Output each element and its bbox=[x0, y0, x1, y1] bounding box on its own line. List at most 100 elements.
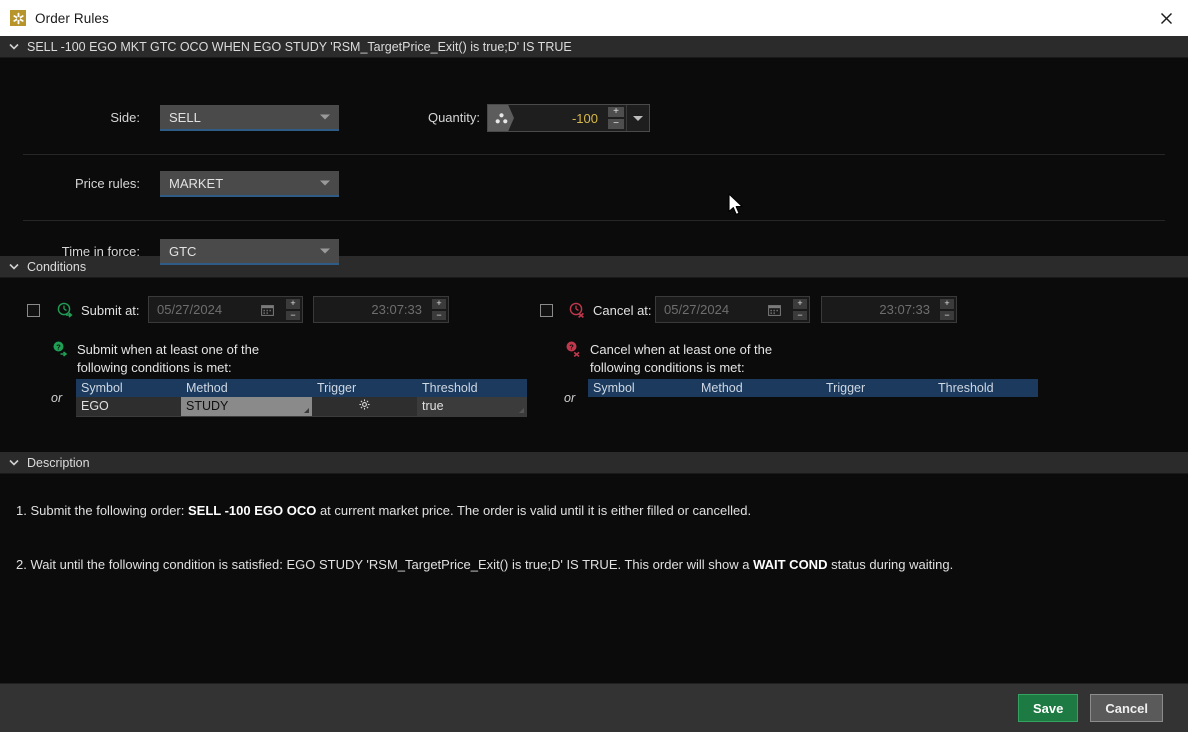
question-submit-icon: ? bbox=[52, 341, 68, 357]
cancel-conditions-table: Symbol Method Trigger Threshold bbox=[588, 379, 1038, 397]
window-title: Order Rules bbox=[35, 10, 109, 26]
cancel-date-increment-button[interactable]: + bbox=[793, 299, 807, 309]
desc2-suffix: status during waiting. bbox=[827, 557, 954, 572]
column-header-symbol[interactable]: Symbol bbox=[588, 379, 696, 397]
cancel-at-label: Cancel at: bbox=[593, 302, 652, 318]
column-header-method[interactable]: Method bbox=[696, 379, 821, 397]
column-header-trigger[interactable]: Trigger bbox=[821, 379, 933, 397]
desc1-suffix: at current market price. The order is va… bbox=[316, 503, 752, 518]
clock-submit-icon bbox=[57, 302, 73, 318]
cancel-condition-line1: Cancel when at least one of the bbox=[590, 342, 773, 357]
order-summary-text: SELL -100 EGO MKT GTC OCO WHEN EGO STUDY… bbox=[27, 39, 572, 54]
desc2-prefix: 2. Wait until the following condition is… bbox=[16, 557, 754, 572]
table-row[interactable]: EGO STUDY true bbox=[76, 397, 527, 417]
chevron-down-icon[interactable] bbox=[8, 261, 20, 273]
cancel-condition-message: ? Cancel when at least one of the follow… bbox=[565, 341, 772, 377]
gear-icon[interactable] bbox=[359, 399, 370, 413]
chevron-down-icon[interactable] bbox=[8, 457, 20, 469]
price-rules-label: Price rules: bbox=[74, 176, 140, 191]
desc1-prefix: 1. Submit the following order: bbox=[16, 503, 188, 518]
time-in-force-select[interactable]: GTC bbox=[160, 239, 339, 265]
quantity-label: Quantity: bbox=[427, 110, 480, 125]
submit-date-increment-button[interactable]: + bbox=[286, 299, 300, 309]
close-button[interactable] bbox=[1144, 0, 1188, 36]
svg-text:?: ? bbox=[569, 343, 574, 352]
cell-method[interactable]: STUDY bbox=[181, 397, 312, 417]
submit-date-spin-buttons[interactable]: + − bbox=[284, 297, 302, 322]
cancel-date-value: 05/27/2024 bbox=[664, 302, 730, 317]
submit-time-value: 23:07:33 bbox=[371, 302, 422, 317]
table-header-row: Symbol Method Trigger Threshold bbox=[76, 379, 527, 397]
cell-method-settings[interactable] bbox=[312, 397, 417, 417]
chevron-down-icon bbox=[633, 115, 643, 121]
column-header-threshold[interactable]: Threshold bbox=[417, 379, 527, 397]
desc1-bold: SELL -100 EGO OCO bbox=[187, 503, 317, 518]
conditions-body: Submit at: 05/27/2024 + − 23:07:33 + − ?… bbox=[0, 278, 1188, 452]
svg-text:?: ? bbox=[56, 343, 61, 352]
column-header-threshold[interactable]: Threshold bbox=[933, 379, 1038, 397]
side-quantity-row: Side: SELL Quantity: -100 + − bbox=[0, 58, 1188, 155]
price-rules-row: Price rules: MARKET bbox=[0, 124, 1188, 221]
submit-condition-line1: Submit when at least one of the bbox=[77, 342, 260, 357]
cancel-time-value: 23:07:33 bbox=[879, 302, 930, 317]
submit-at-label: Submit at: bbox=[81, 302, 140, 318]
submit-date-decrement-button[interactable]: − bbox=[286, 310, 300, 320]
submit-condition-line2: following conditions is met: bbox=[77, 360, 232, 375]
quantity-increment-button[interactable]: + bbox=[608, 107, 624, 117]
conditions-section-title: Conditions bbox=[27, 259, 87, 274]
desc2-bold: WAIT COND bbox=[753, 557, 828, 572]
cell-method-value: STUDY bbox=[186, 399, 229, 414]
submit-time-increment-button[interactable]: + bbox=[432, 299, 446, 309]
chevron-down-icon[interactable] bbox=[8, 41, 20, 53]
clock-cancel-icon bbox=[569, 302, 585, 319]
cancel-date-decrement-button[interactable]: − bbox=[793, 310, 807, 320]
calendar-icon[interactable] bbox=[261, 304, 274, 319]
submit-date-input[interactable]: 05/27/2024 + − bbox=[148, 296, 303, 323]
cancel-button[interactable]: Cancel bbox=[1090, 694, 1163, 722]
time-in-force-label: Time in force: bbox=[61, 244, 140, 259]
dialog-footer: Save Cancel bbox=[0, 683, 1188, 732]
description-section-header[interactable]: Description bbox=[0, 452, 1188, 474]
submit-time-input[interactable]: 23:07:33 + − bbox=[313, 296, 449, 323]
cancel-date-spin-buttons[interactable]: + − bbox=[791, 297, 809, 322]
table-header-row: Symbol Method Trigger Threshold bbox=[588, 379, 1038, 397]
chevron-down-icon bbox=[320, 248, 330, 254]
description-item-1: 1. Submit the following order: SELL -100… bbox=[16, 503, 751, 518]
cell-trigger[interactable]: true bbox=[417, 397, 527, 417]
cancel-at-row: Cancel at: bbox=[540, 302, 652, 319]
side-value: SELL bbox=[169, 109, 201, 125]
calendar-icon[interactable] bbox=[768, 304, 781, 319]
column-header-method[interactable]: Method bbox=[181, 379, 312, 397]
submit-time-spin-buttons[interactable]: + − bbox=[430, 297, 448, 322]
cancel-at-checkbox[interactable] bbox=[540, 303, 553, 317]
submit-time-decrement-button[interactable]: − bbox=[432, 310, 446, 320]
cancel-time-increment-button[interactable]: + bbox=[940, 299, 954, 309]
submit-or-label: or bbox=[51, 391, 63, 405]
side-label: Side: bbox=[110, 110, 140, 125]
description-item-2: 2. Wait until the following condition is… bbox=[16, 557, 953, 572]
submit-date-value: 05/27/2024 bbox=[157, 302, 223, 317]
close-icon bbox=[1160, 12, 1172, 24]
time-in-force-value: GTC bbox=[169, 243, 197, 259]
chevron-down-icon bbox=[304, 407, 309, 413]
submit-condition-message: ? Submit when at least one of the follow… bbox=[52, 341, 259, 377]
cancel-condition-line2: following conditions is met: bbox=[590, 360, 745, 375]
cancel-date-input[interactable]: 05/27/2024 + − bbox=[655, 296, 810, 323]
chevron-down-icon bbox=[320, 114, 330, 120]
question-cancel-icon: ? bbox=[565, 341, 581, 358]
cell-trigger-value: true bbox=[422, 399, 444, 414]
column-header-symbol[interactable]: Symbol bbox=[76, 379, 181, 397]
order-rules-dialog: SELL -100 EGO MKT GTC OCO WHEN EGO STUDY… bbox=[0, 36, 1188, 732]
cancel-time-input[interactable]: 23:07:33 + − bbox=[821, 296, 957, 323]
submit-at-row: Submit at: bbox=[27, 302, 140, 318]
order-summary-header[interactable]: SELL -100 EGO MKT GTC OCO WHEN EGO STUDY… bbox=[0, 36, 1188, 58]
cancel-time-spin-buttons[interactable]: + − bbox=[938, 297, 956, 322]
cell-symbol[interactable]: EGO bbox=[76, 397, 181, 417]
save-button[interactable]: Save bbox=[1017, 694, 1079, 722]
submit-at-checkbox[interactable] bbox=[27, 303, 40, 317]
submit-conditions-table: Symbol Method Trigger Threshold EGO STUD… bbox=[76, 379, 527, 417]
column-header-trigger[interactable]: Trigger bbox=[312, 379, 417, 397]
description-body: 1. Submit the following order: SELL -100… bbox=[0, 474, 1188, 624]
cancel-time-decrement-button[interactable]: − bbox=[940, 310, 954, 320]
cancel-or-label: or bbox=[564, 391, 576, 405]
